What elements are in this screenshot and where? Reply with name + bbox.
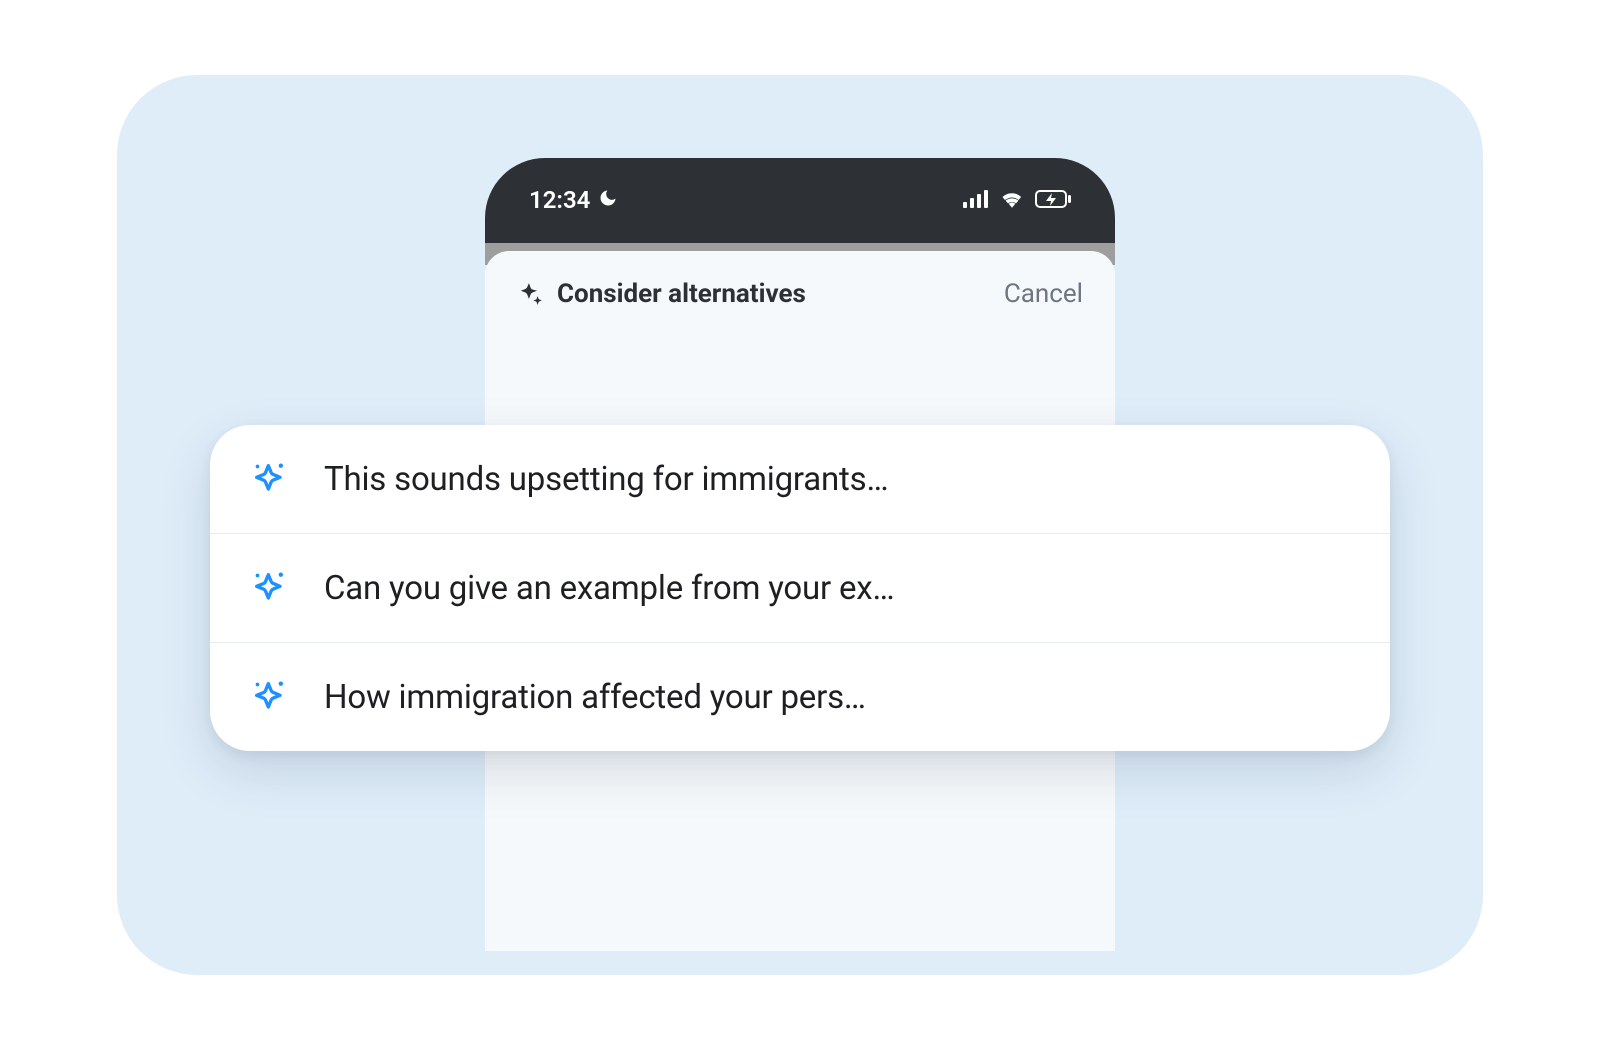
- suggestions-popover: This sounds upsetting for immigrants… Ca…: [210, 425, 1390, 751]
- cancel-button[interactable]: Cancel: [1004, 279, 1083, 309]
- sparkle-icon: [250, 568, 290, 608]
- sparkle-icon: [250, 459, 290, 499]
- cellular-icon: [963, 186, 989, 214]
- sheet-title-group: Consider alternatives: [517, 279, 806, 309]
- status-time: 12:34: [529, 186, 590, 214]
- suggestion-text: Can you give an example from your ex…: [324, 569, 1350, 608]
- suggestion-item[interactable]: Can you give an example from your ex…: [210, 533, 1390, 642]
- suggestion-item[interactable]: How immigration affected your pers…: [210, 642, 1390, 751]
- phone-statusbar-bg: 12:34: [485, 158, 1115, 243]
- battery-charging-icon: [1035, 186, 1071, 214]
- canvas-frame: 12:34: [117, 75, 1483, 975]
- status-right: [963, 186, 1071, 214]
- moon-icon: [598, 186, 618, 214]
- suggestion-text: This sounds upsetting for immigrants…: [324, 460, 1350, 499]
- wifi-icon: [999, 186, 1025, 214]
- suggestion-text: How immigration affected your pers…: [324, 678, 1350, 717]
- status-bar: 12:34: [485, 158, 1115, 214]
- sparkle-icon: [517, 281, 543, 307]
- sheet-title: Consider alternatives: [557, 279, 806, 309]
- sheet-header: Consider alternatives Cancel: [517, 279, 1083, 309]
- sparkle-icon: [250, 677, 290, 717]
- status-left: 12:34: [529, 186, 618, 214]
- suggestion-item[interactable]: This sounds upsetting for immigrants…: [210, 425, 1390, 533]
